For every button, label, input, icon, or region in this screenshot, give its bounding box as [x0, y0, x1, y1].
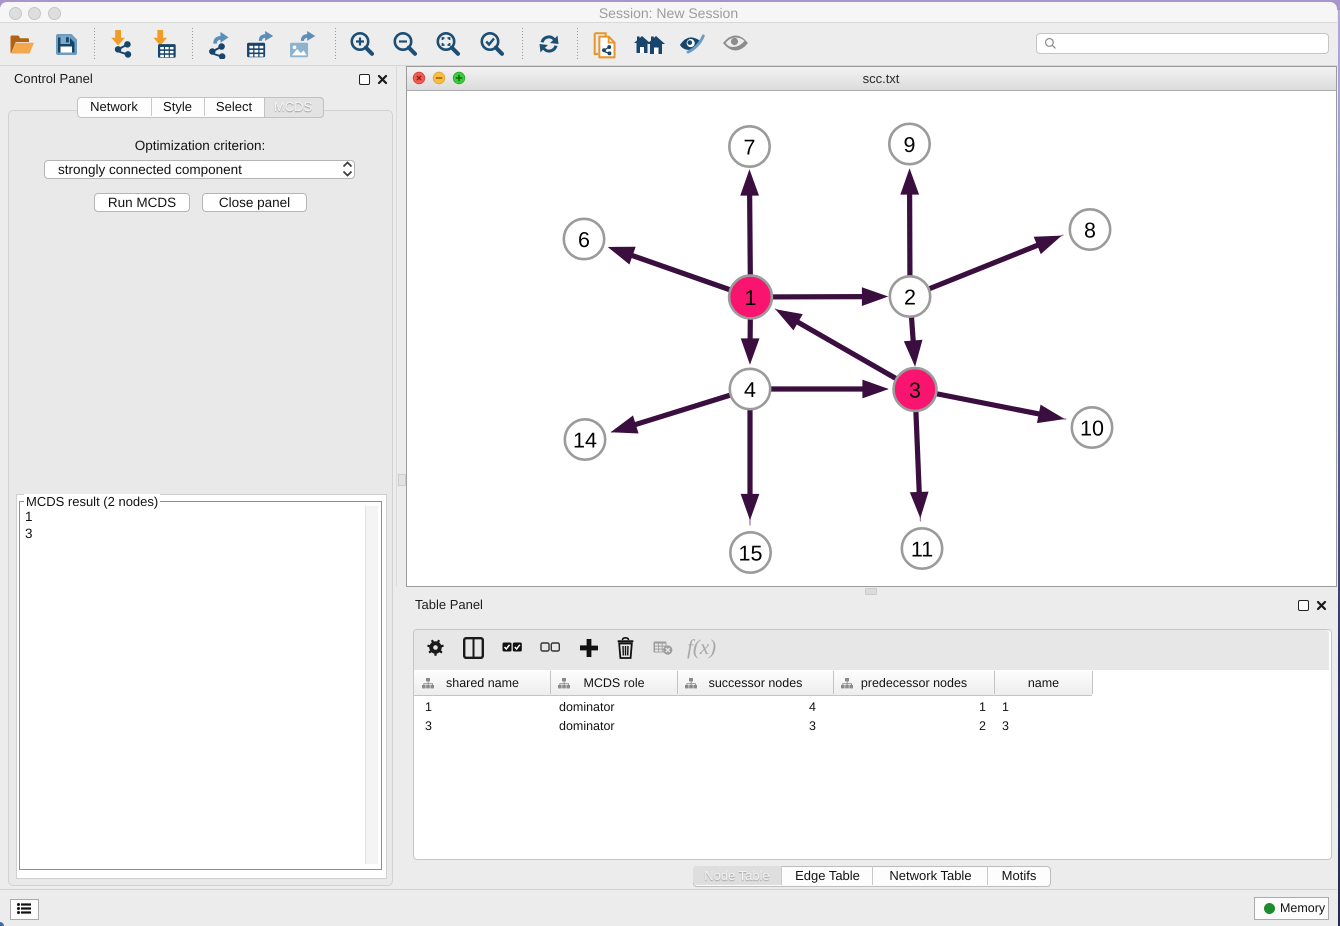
svg-text:8: 8 [1084, 219, 1096, 243]
svg-text:4: 4 [744, 378, 756, 402]
svg-text:6: 6 [578, 228, 590, 252]
svg-text:11: 11 [911, 538, 933, 562]
svg-text:15: 15 [739, 542, 763, 566]
svg-text:9: 9 [904, 133, 916, 157]
svg-text:10: 10 [1080, 417, 1104, 441]
svg-text:1: 1 [745, 286, 757, 310]
svg-text:14: 14 [573, 429, 597, 453]
svg-text:7: 7 [744, 136, 756, 160]
svg-text:2: 2 [904, 286, 916, 310]
svg-text:3: 3 [909, 379, 921, 403]
